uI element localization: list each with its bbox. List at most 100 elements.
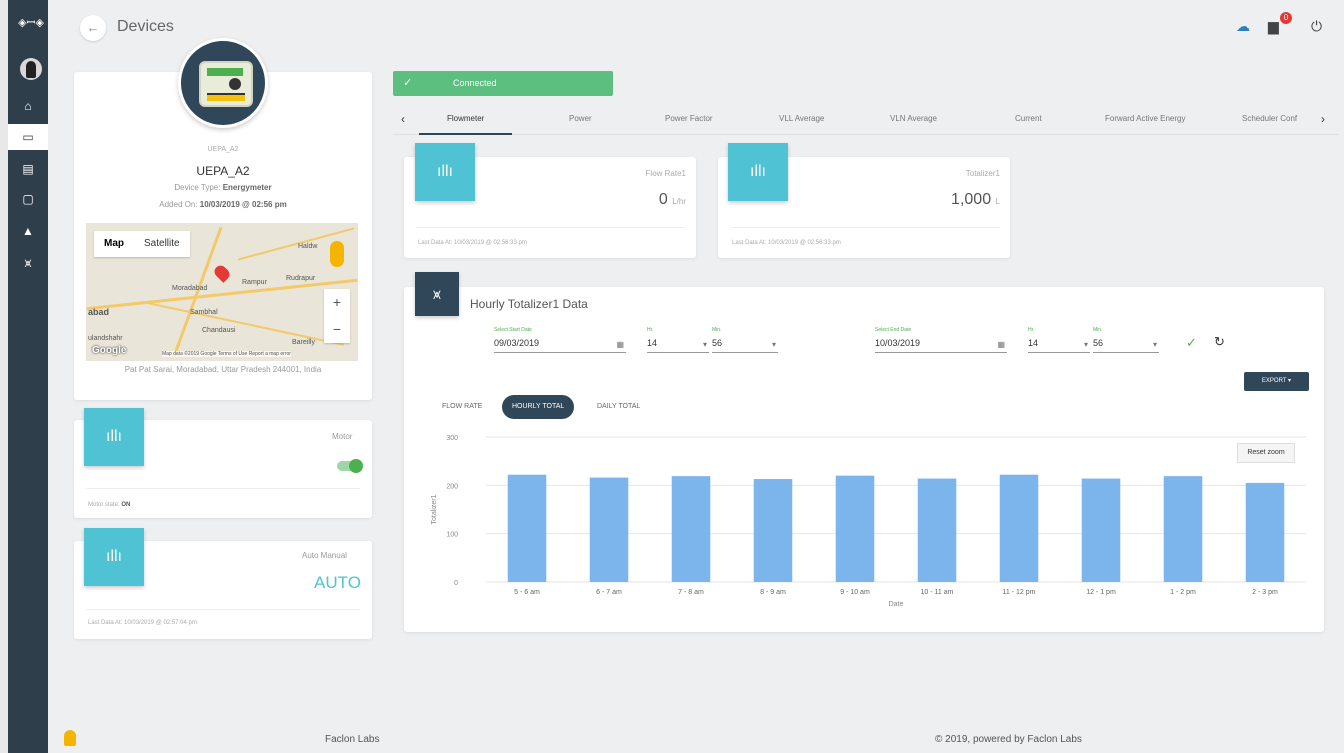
back-button[interactable]: ← xyxy=(80,15,106,41)
footer-brand[interactable]: Faclon Labs xyxy=(325,734,379,745)
x-tick-label: 7 - 8 am xyxy=(678,589,704,596)
chart-bar[interactable] xyxy=(589,477,629,582)
bell-icon: ▲ xyxy=(22,224,34,238)
x-tick-label: 8 - 9 am xyxy=(760,589,786,596)
sidebar-item-messages[interactable]: ▢ xyxy=(8,186,48,212)
chart-card-title: Hourly Totalizer1 Data xyxy=(470,297,588,311)
chart-tab-flow-rate[interactable]: FLOW RATE xyxy=(432,395,492,419)
parameter-tabs: ‹ Flowmeter Power Power Factor VLL Avera… xyxy=(393,105,1339,135)
street-view-icon[interactable] xyxy=(330,241,344,267)
export-button[interactable]: EXPORT ▾ xyxy=(1244,372,1309,391)
start-date-input[interactable]: 09/03/2019 ▦ xyxy=(494,338,626,353)
refresh-icon[interactable]: ↻ xyxy=(1214,334,1225,350)
sidebar-item-home[interactable]: ⌂ xyxy=(8,93,48,119)
chart-bar[interactable] xyxy=(917,478,957,582)
y-tick-label: 300 xyxy=(446,435,458,442)
totalizer-sensor-icon: ıllı xyxy=(728,143,788,201)
chevron-down-icon: ▾ xyxy=(702,340,707,349)
confirm-icon[interactable]: ✓ xyxy=(1186,335,1197,351)
sidebar-item-inventory[interactable]: ▤ xyxy=(8,156,48,182)
power-icon[interactable]: ⏻ xyxy=(1311,18,1322,35)
chat-icon[interactable]: ▆ xyxy=(1268,18,1279,35)
chart-bar[interactable] xyxy=(1163,476,1203,582)
totalizer-label: Totalizer1 xyxy=(965,169,1000,178)
map-label-haldw: Haldw xyxy=(298,243,318,250)
tabs-next-icon[interactable]: › xyxy=(1321,105,1325,133)
end-hour-select[interactable]: 14 ▾ xyxy=(1028,338,1090,353)
tab-vln-average[interactable]: VLN Average xyxy=(890,105,937,135)
tab-power-factor[interactable]: Power Factor xyxy=(665,105,713,135)
zoom-out-button[interactable]: − xyxy=(324,316,350,343)
start-hour-select[interactable]: 14 ▾ xyxy=(647,338,709,353)
x-tick-label: 10 - 11 am xyxy=(921,589,954,596)
zoom-in-button[interactable]: + xyxy=(324,289,350,316)
y-tick-label: 100 xyxy=(446,532,458,539)
map-label-chandausi: Chandausi xyxy=(202,327,236,334)
arrow-left-icon: ← xyxy=(86,20,100,35)
chart-bar[interactable] xyxy=(1081,478,1121,582)
sidebar-item-analytics[interactable]: ⩙ xyxy=(8,250,48,276)
sidebar-item-alerts[interactable]: ▲ xyxy=(8,218,48,244)
device-added-on: Added On: 10/03/2019 @ 02:56 pm xyxy=(159,200,287,209)
satellite-button[interactable]: Satellite xyxy=(134,231,190,257)
start-minute-select[interactable]: 56 ▾ xyxy=(712,338,778,353)
tab-forward-active-energy[interactable]: Forward Active Energy xyxy=(1105,105,1185,135)
hourly-bar-chart[interactable]: 0 100 200 300 Totalizer1 5 - 6 am 6 - 7 am 7 - … xyxy=(426,429,1316,624)
tab-vll-average[interactable]: VLL Average xyxy=(779,105,824,135)
tab-flowmeter[interactable]: Flowmeter xyxy=(419,105,513,135)
app-logo[interactable]: ◈ꟷ◈ xyxy=(16,10,46,36)
chart-card-icon: ⩙ xyxy=(415,272,459,316)
chart-bar[interactable] xyxy=(753,479,793,582)
x-tick-label: 5 - 6 am xyxy=(514,589,540,596)
footer-copyright: © 2019, powered by Faclon Labs xyxy=(935,734,1082,745)
map-label-bareilly: Bareilly xyxy=(292,339,315,346)
chart-bar[interactable] xyxy=(999,474,1039,582)
connection-status: ✓ Connected xyxy=(393,71,613,96)
tabs-prev-icon[interactable]: ‹ xyxy=(401,105,405,133)
chart-tab-daily-total[interactable]: DAILY TOTAL xyxy=(587,395,650,419)
x-axis-label: Date xyxy=(889,601,904,608)
analytics-icon: ⩙ xyxy=(24,255,32,270)
avatar[interactable] xyxy=(20,58,42,80)
reset-zoom-button[interactable]: Reset zoom xyxy=(1237,443,1295,463)
chart-bar[interactable] xyxy=(507,474,547,582)
motor-toggle[interactable] xyxy=(337,459,363,473)
tab-current[interactable]: Current xyxy=(1015,105,1042,135)
inventory-icon: ▤ xyxy=(22,162,34,176)
y-tick-label: 200 xyxy=(446,483,458,490)
chart-tab-hourly-total[interactable]: HOURLY TOTAL xyxy=(502,395,575,419)
map-label-moradabad: Moradabad xyxy=(172,285,208,292)
tab-power[interactable]: Power xyxy=(569,105,592,135)
end-date-input[interactable]: 10/03/2019 ▦ xyxy=(875,338,1007,353)
map-button[interactable]: Map xyxy=(94,231,134,257)
connection-label: Connected xyxy=(453,78,497,88)
end-minute-select[interactable]: 56 ▾ xyxy=(1093,338,1159,353)
x-tick-label: 1 - 2 pm xyxy=(1170,589,1196,596)
map-label-sambhal: Sambhal xyxy=(190,309,218,316)
x-tick-label: 11 - 12 pm xyxy=(1003,589,1036,596)
flow-rate-value: 0 L/hr xyxy=(658,191,686,208)
cloud-icon[interactable]: ☁ xyxy=(1236,18,1250,35)
start-date-label: Select Start Date xyxy=(494,327,532,333)
chart-bar[interactable] xyxy=(1245,482,1285,582)
auto-manual-last-data: Last Data At: 10/03/2019 @ 02:57:04 pm xyxy=(88,620,197,626)
sidebar-item-devices[interactable]: ▭ xyxy=(8,124,48,150)
x-tick-label: 9 - 10 am xyxy=(840,589,870,596)
map-zoom-controls: + − xyxy=(324,289,350,343)
tab-scheduler-conf[interactable]: Scheduler Conf xyxy=(1242,105,1326,135)
chart-bar[interactable] xyxy=(835,475,875,582)
sidebar: ◈ꟷ◈ ⌂ ▭ ▤ ▢ ▲ ⩙ xyxy=(0,0,48,753)
map-pin-icon[interactable] xyxy=(212,263,232,283)
chart-bar[interactable] xyxy=(671,476,711,582)
map-label-rampur: Rampur xyxy=(242,279,267,286)
chevron-down-icon: ▾ xyxy=(771,340,776,349)
end-min-label: Min. xyxy=(1093,327,1103,333)
y-axis-label: Totalizer1 xyxy=(431,494,438,524)
x-tick-label: 12 - 1 pm xyxy=(1086,589,1116,596)
map-label-bulandshahr: ulandshahr xyxy=(88,335,123,342)
map-attribution[interactable]: Map data ©2019 Google Terms of Use Repor… xyxy=(162,351,291,357)
end-date-label: Select End Date xyxy=(875,327,912,333)
device-id-small: UEPA_A2 xyxy=(207,146,239,153)
x-tick-label: 2 - 3 pm xyxy=(1252,589,1278,596)
device-map[interactable]: Moradabad Rampur Sambhal Chandausi Barei… xyxy=(86,223,358,361)
